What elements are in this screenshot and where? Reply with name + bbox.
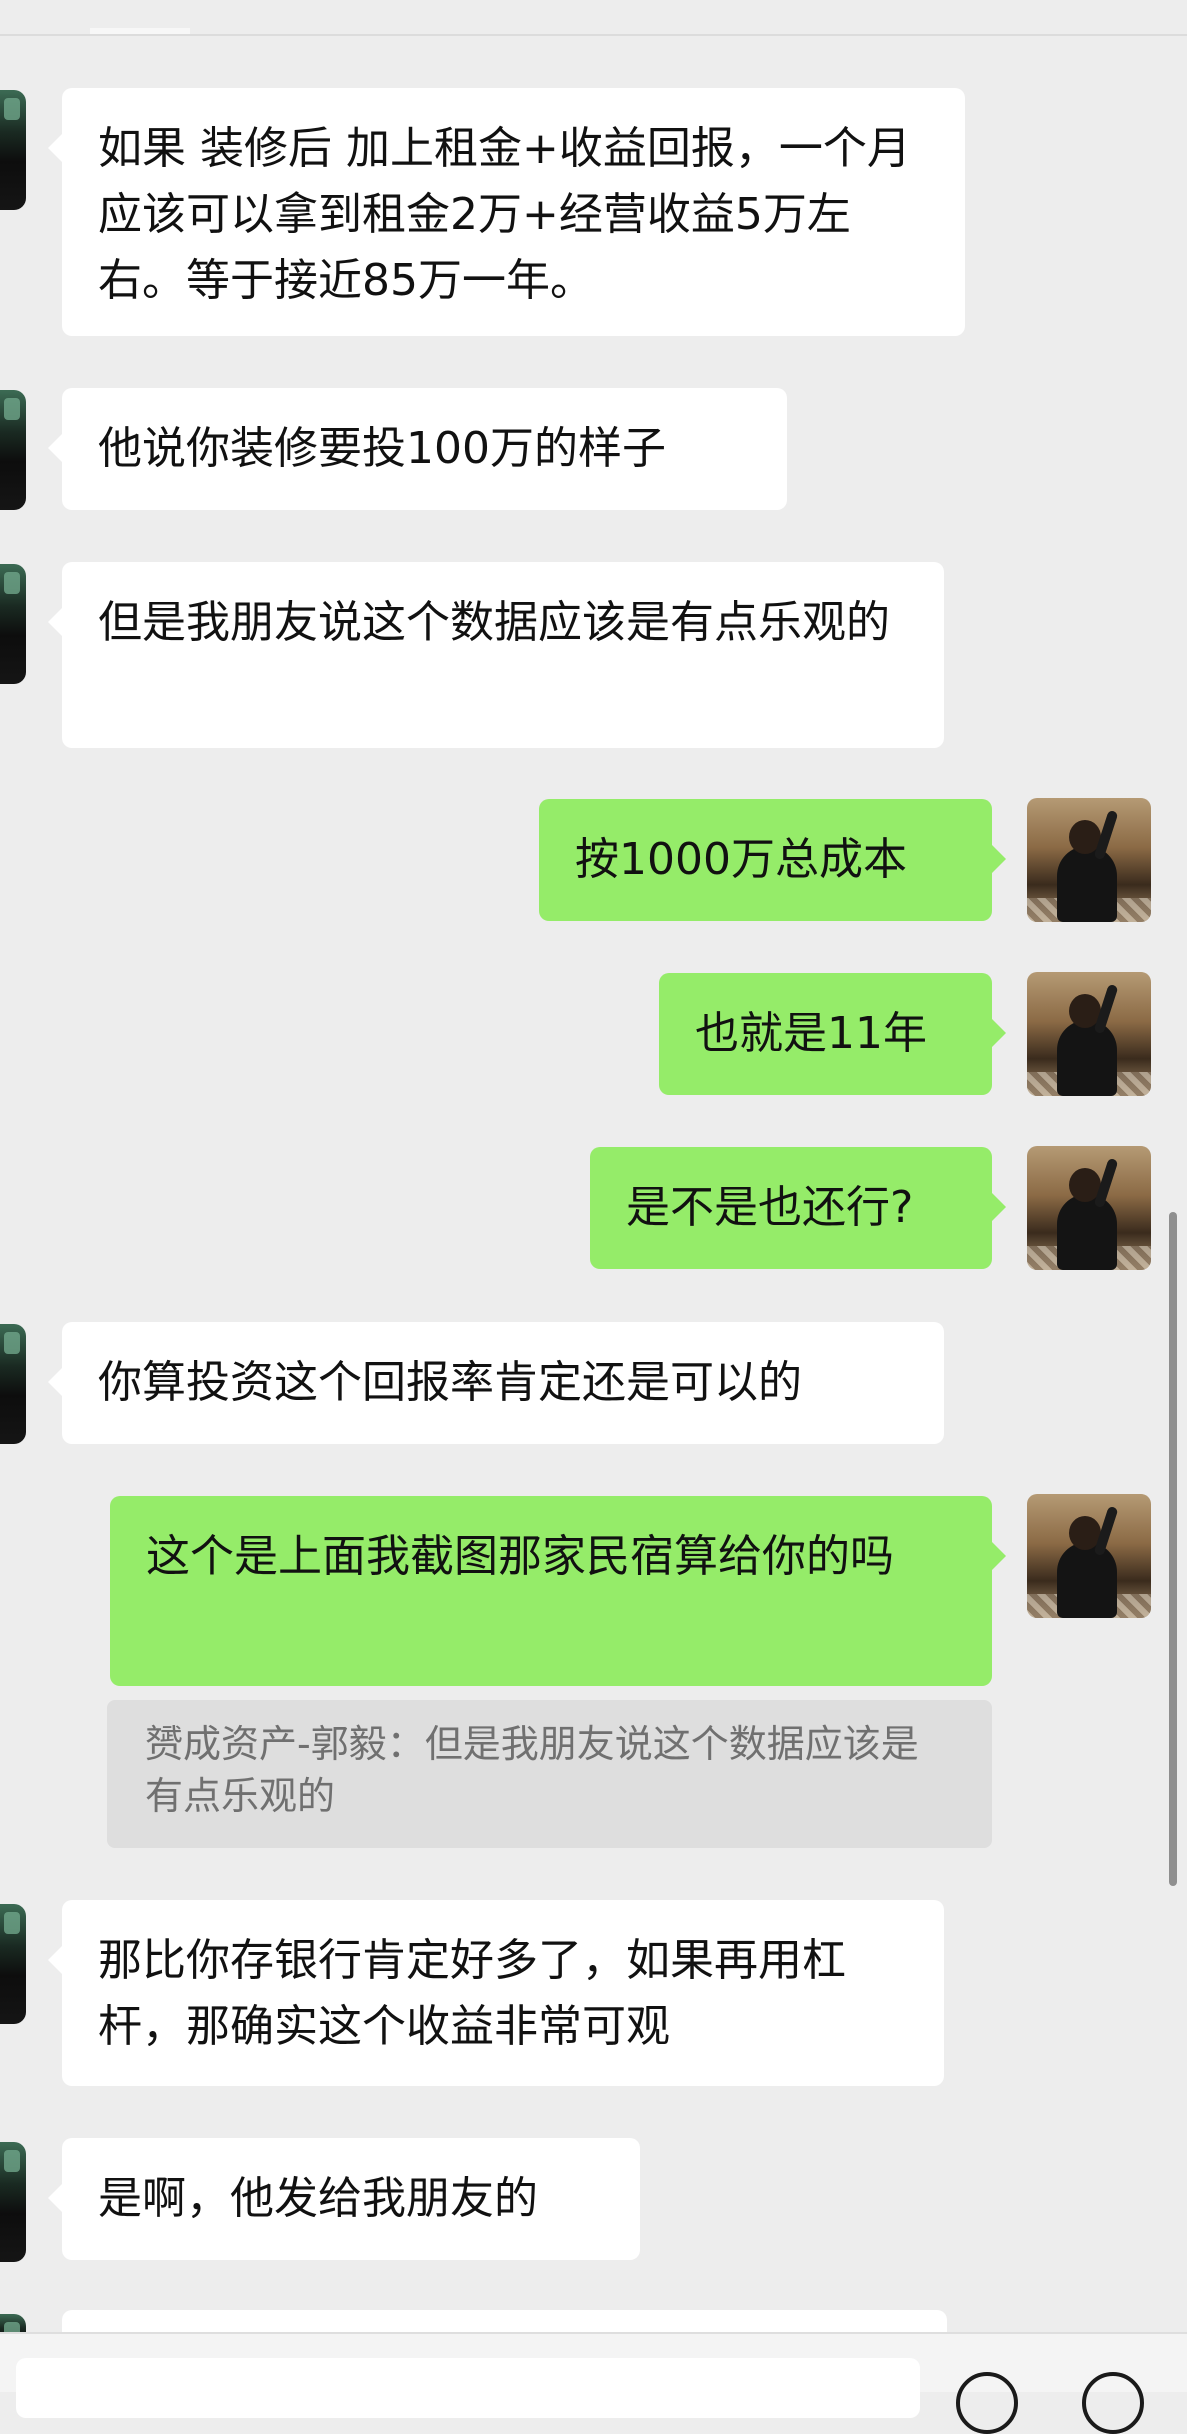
contact-avatar[interactable] xyxy=(0,1324,26,1444)
self-avatar[interactable] xyxy=(1027,972,1151,1096)
message-bubble-outgoing[interactable]: 是不是也还行? xyxy=(590,1147,1006,1269)
message-bubble-incoming[interactable]: 但是我朋友说这个数据应该是有点乐观的 xyxy=(48,562,944,748)
emoji-icon[interactable] xyxy=(956,2372,1018,2434)
contact-avatar[interactable] xyxy=(0,390,26,510)
message-bubble-outgoing[interactable]: 按1000万总成本 xyxy=(539,799,1006,921)
scrollbar[interactable] xyxy=(1169,1212,1177,1886)
plus-icon[interactable] xyxy=(1082,2372,1144,2434)
contact-avatar[interactable] xyxy=(0,564,26,684)
message-bubble-incoming[interactable]: 那比你存银行肯定好多了，如果再用杠杆，那确实这个收益非常可观 xyxy=(48,1900,944,2086)
message-bubble-incoming[interactable]: 如果 装修后 加上租金+收益回报，一个月应该可以拿到租金2万+经营收益5万左右。… xyxy=(48,88,965,336)
message-bubble-outgoing[interactable]: 也就是11年 xyxy=(659,973,1006,1095)
contact-avatar[interactable] xyxy=(0,90,26,210)
message-bubble-incoming[interactable]: 你算投资这个回报率肯定还是可以的 xyxy=(48,1322,944,1444)
message-bubble-incoming[interactable]: 是啊，他发给我朋友的 xyxy=(48,2138,640,2260)
contact-avatar[interactable] xyxy=(0,1904,26,2024)
message-bubble-outgoing[interactable]: 这个是上面我截图那家民宿算给你的吗 xyxy=(110,1496,1006,1686)
self-avatar[interactable] xyxy=(1027,1146,1151,1270)
contact-avatar[interactable] xyxy=(0,2142,26,2262)
message-input[interactable] xyxy=(16,2358,920,2418)
self-avatar[interactable] xyxy=(1027,798,1151,922)
message-bubble-incoming[interactable]: 他说你装修要投100万的样子 xyxy=(48,388,787,510)
top-stub xyxy=(90,28,190,34)
quoted-message[interactable]: 赟成资产-郭毅：但是我朋友说这个数据应该是有点乐观的 xyxy=(107,1700,992,1848)
self-avatar[interactable] xyxy=(1027,1494,1151,1618)
